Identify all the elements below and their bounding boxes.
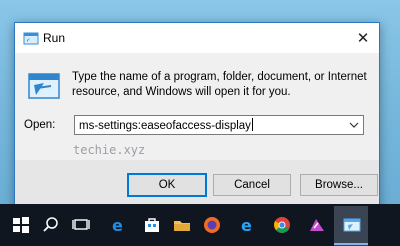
search-icon[interactable]	[42, 216, 60, 234]
chrome-icon[interactable]	[273, 216, 291, 234]
store-icon[interactable]	[143, 216, 161, 234]
open-combobox[interactable]: ms-settings:easeofaccess-display	[74, 115, 364, 135]
taskbar-active-indicator	[334, 243, 368, 245]
windows-start-icon[interactable]	[12, 216, 30, 234]
ok-button[interactable]: OK	[127, 173, 207, 197]
dialog-description: Type the name of a program, folder, docu…	[72, 71, 367, 98]
edge-icon-2[interactable]: e	[238, 216, 256, 234]
text-caret	[251, 118, 253, 131]
chevron-down-icon[interactable]	[347, 118, 361, 132]
file-explorer-icon[interactable]	[173, 216, 191, 234]
browse-button[interactable]: Browse...	[300, 174, 378, 196]
open-label: Open:	[24, 119, 56, 131]
firefox-icon[interactable]	[203, 216, 221, 234]
svg-text:e: e	[112, 216, 123, 234]
run-icon[interactable]	[343, 216, 361, 234]
run-large-icon	[28, 73, 60, 99]
run-app-icon	[23, 32, 39, 45]
paint-icon[interactable]	[308, 216, 326, 234]
title-bar[interactable]: Run ✕	[15, 23, 379, 53]
edge-icon[interactable]: e	[109, 216, 127, 234]
close-button[interactable]: ✕	[351, 26, 375, 50]
cancel-button[interactable]: Cancel	[213, 174, 291, 196]
watermark-text: techie.xyz	[73, 143, 146, 157]
close-icon: ✕	[356, 30, 370, 47]
open-input-value[interactable]: ms-settings:easeofaccess-display	[79, 118, 253, 132]
window-title: Run	[43, 31, 66, 45]
task-view-icon[interactable]	[72, 216, 90, 234]
svg-text:e: e	[241, 216, 252, 234]
